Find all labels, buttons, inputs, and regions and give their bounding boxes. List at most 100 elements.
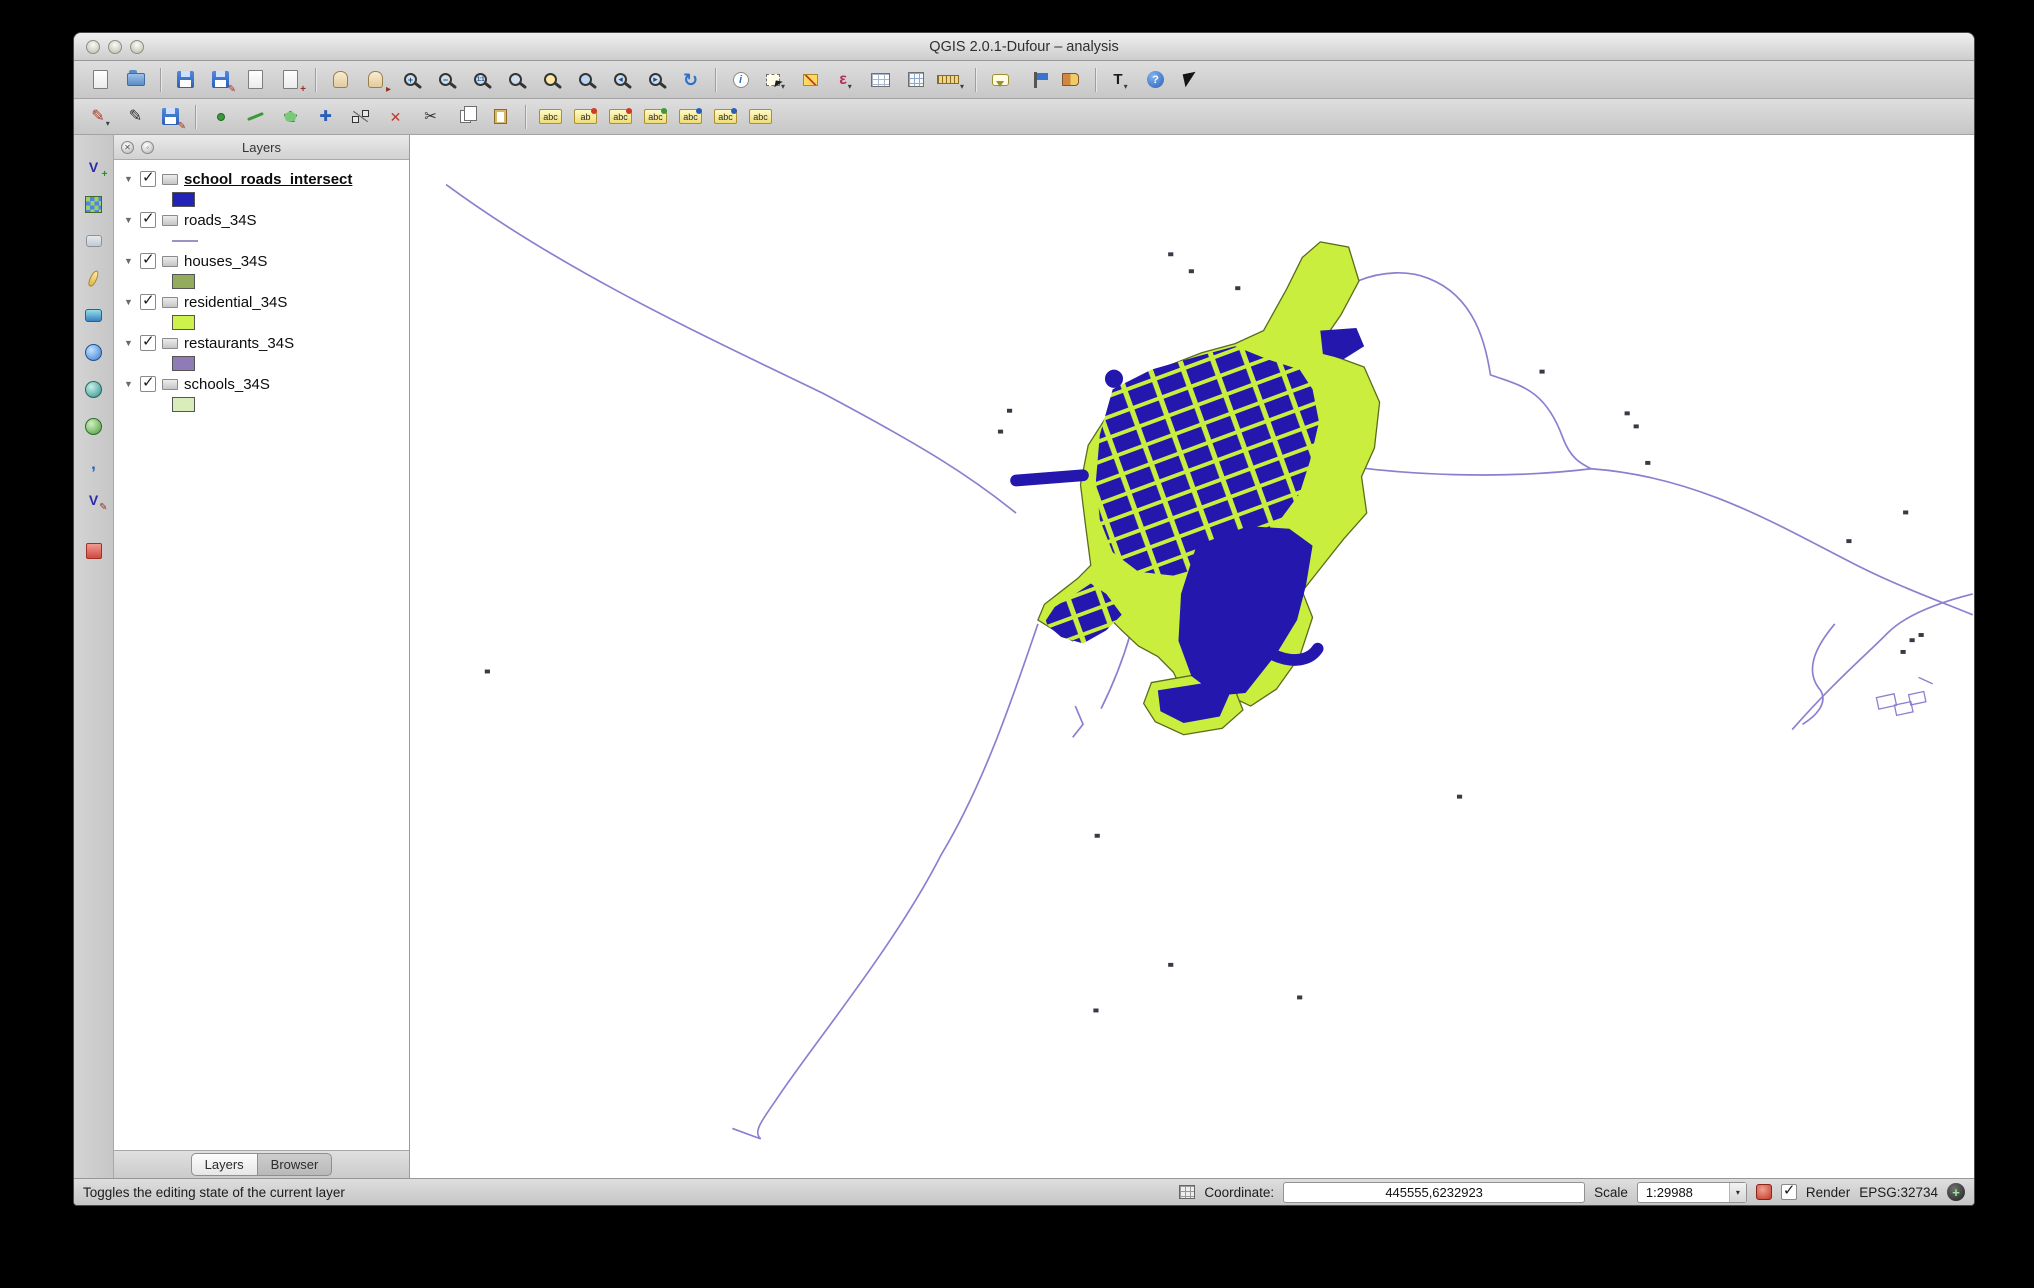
add-wcs-layer-button[interactable] [78,375,110,403]
layer-visibility-checkbox[interactable]: ✓ [140,253,156,269]
label-rotate-button[interactable]: abc [604,102,637,132]
new-print-composer-button[interactable] [239,65,272,95]
composer-manager-button[interactable]: + [274,65,307,95]
capture-point-button[interactable] [204,102,237,132]
layer-visibility-checkbox[interactable]: ✓ [140,294,156,310]
close-window-button[interactable] [86,40,100,54]
node-tool-button[interactable] [344,102,377,132]
layer-visibility-checkbox[interactable]: ✓ [140,212,156,228]
move-feature-button[interactable]: ✚ [309,102,342,132]
deselect-features-button[interactable] [794,65,827,95]
layer-swatch[interactable] [172,397,195,412]
expand-triangle-icon[interactable]: ▼ [123,256,134,266]
expand-triangle-icon[interactable]: ▼ [123,297,134,307]
layer-visibility-checkbox[interactable]: ✓ [140,335,156,351]
capture-polygon-button[interactable] [274,102,307,132]
label-diagram-options-button[interactable]: abc [744,102,777,132]
layer-name[interactable]: roads_34S [184,212,257,229]
add-wms-layer-button[interactable] [78,338,110,366]
coordinate-input[interactable]: 445555,6232923 [1283,1182,1585,1203]
save-project-button[interactable] [169,65,202,95]
add-vector-layer-button[interactable]: V+ [78,153,110,181]
layer-row[interactable]: ▼ ✓ roads_34S [114,209,409,231]
save-layer-edits-button[interactable]: ✎ [154,102,187,132]
text-annotation-button[interactable]: T▾ [1104,65,1137,95]
pan-map-button[interactable] [324,65,357,95]
label-pin-button[interactable]: abc [674,102,707,132]
open-attribute-table-button[interactable] [864,65,897,95]
new-project-button[interactable] [84,65,117,95]
toggle-editing-button[interactable]: ✎ [119,102,152,132]
whats-this-button[interactable] [1174,65,1207,95]
map-tips-button[interactable] [984,65,1017,95]
measure-line-button[interactable]: ▾ [934,65,967,95]
add-raster-layer-button[interactable] [78,190,110,218]
save-project-as-button[interactable]: ✎ [204,65,237,95]
add-delimited-text-layer-button[interactable]: , [78,449,110,477]
layer-visibility-checkbox[interactable]: ✓ [140,171,156,187]
layer-labeling-button[interactable]: abc [534,102,567,132]
layer-row[interactable]: ▼ ✓ restaurants_34S [114,332,409,354]
zoom-full-button[interactable] [499,65,532,95]
current-edits-button[interactable]: ✎▾ [84,102,117,132]
layer-name[interactable]: residential_34S [184,294,287,311]
layer-name[interactable]: school_roads_intersect [184,171,352,188]
capture-line-button[interactable] [239,102,272,132]
zoom-to-layer-button[interactable] [569,65,602,95]
new-bookmark-button[interactable] [1019,65,1052,95]
add-spatialite-layer-button[interactable] [78,264,110,292]
layer-visibility-checkbox[interactable]: ✓ [140,376,156,392]
zoom-next-button[interactable]: ▸ [639,65,672,95]
select-features-button[interactable]: ▾ [759,65,792,95]
expand-triangle-icon[interactable]: ▼ [123,215,134,225]
layer-row[interactable]: ▼ ✓ schools_34S [114,373,409,395]
identify-features-button[interactable]: i [724,65,757,95]
stop-render-icon[interactable] [1756,1184,1772,1200]
layer-swatch[interactable] [172,240,198,242]
expand-triangle-icon[interactable]: ▼ [123,174,134,184]
copy-features-button[interactable] [449,102,482,132]
delete-selected-button[interactable]: ✕ [379,102,412,132]
layer-swatch[interactable] [172,356,195,371]
field-calculator-button[interactable] [899,65,932,95]
layer-row[interactable]: ▼ ✓ school_roads_intersect [114,168,409,190]
label-change-properties-button[interactable]: abc [639,102,672,132]
open-project-button[interactable] [119,65,152,95]
scale-dropdown-button[interactable]: ▾ [1729,1183,1746,1202]
layer-swatch[interactable] [172,274,195,289]
add-mssql-layer-button[interactable] [78,301,110,329]
minimize-window-button[interactable] [108,40,122,54]
add-wfs-layer-button[interactable] [78,412,110,440]
remove-layer-button[interactable] [78,537,110,565]
scale-combo[interactable]: 1:29988 ▾ [1637,1182,1747,1203]
add-postgis-layer-button[interactable] [78,227,110,255]
zoom-in-button[interactable]: + [394,65,427,95]
paste-features-button[interactable] [484,102,517,132]
tab-browser[interactable]: Browser [258,1153,333,1176]
zoom-to-selection-button[interactable] [534,65,567,95]
zoom-last-button[interactable]: ◂ [604,65,637,95]
zoom-out-button[interactable]: − [429,65,462,95]
statistics-summary-button[interactable]: ε▾ [829,65,862,95]
expand-triangle-icon[interactable]: ▼ [123,338,134,348]
label-toggle-display-button[interactable]: abc [709,102,742,132]
new-shapefile-layer-button[interactable]: V✎ [78,486,110,514]
layer-name[interactable]: houses_34S [184,253,267,270]
layer-name[interactable]: restaurants_34S [184,335,294,352]
refresh-map-button[interactable]: ↻ [674,65,707,95]
mouse-position-icon[interactable] [1179,1185,1195,1199]
layer-row[interactable]: ▼ ✓ residential_34S [114,291,409,313]
layer-swatch[interactable] [172,192,195,207]
crs-status-icon[interactable]: + [1947,1183,1965,1201]
show-bookmarks-button[interactable] [1054,65,1087,95]
pan-to-selection-button[interactable]: ▸ [359,65,392,95]
tab-layers[interactable]: Layers [191,1153,258,1176]
map-canvas[interactable] [410,135,1974,1178]
zoom-native-button[interactable]: 1:1 [464,65,497,95]
expand-triangle-icon[interactable]: ▼ [123,379,134,389]
label-move-button[interactable]: ab [569,102,602,132]
close-panel-button[interactable]: ✕ [121,141,134,154]
layer-swatch[interactable] [172,315,195,330]
layer-row[interactable]: ▼ ✓ houses_34S [114,250,409,272]
render-checkbox[interactable]: ✓ [1781,1184,1797,1200]
